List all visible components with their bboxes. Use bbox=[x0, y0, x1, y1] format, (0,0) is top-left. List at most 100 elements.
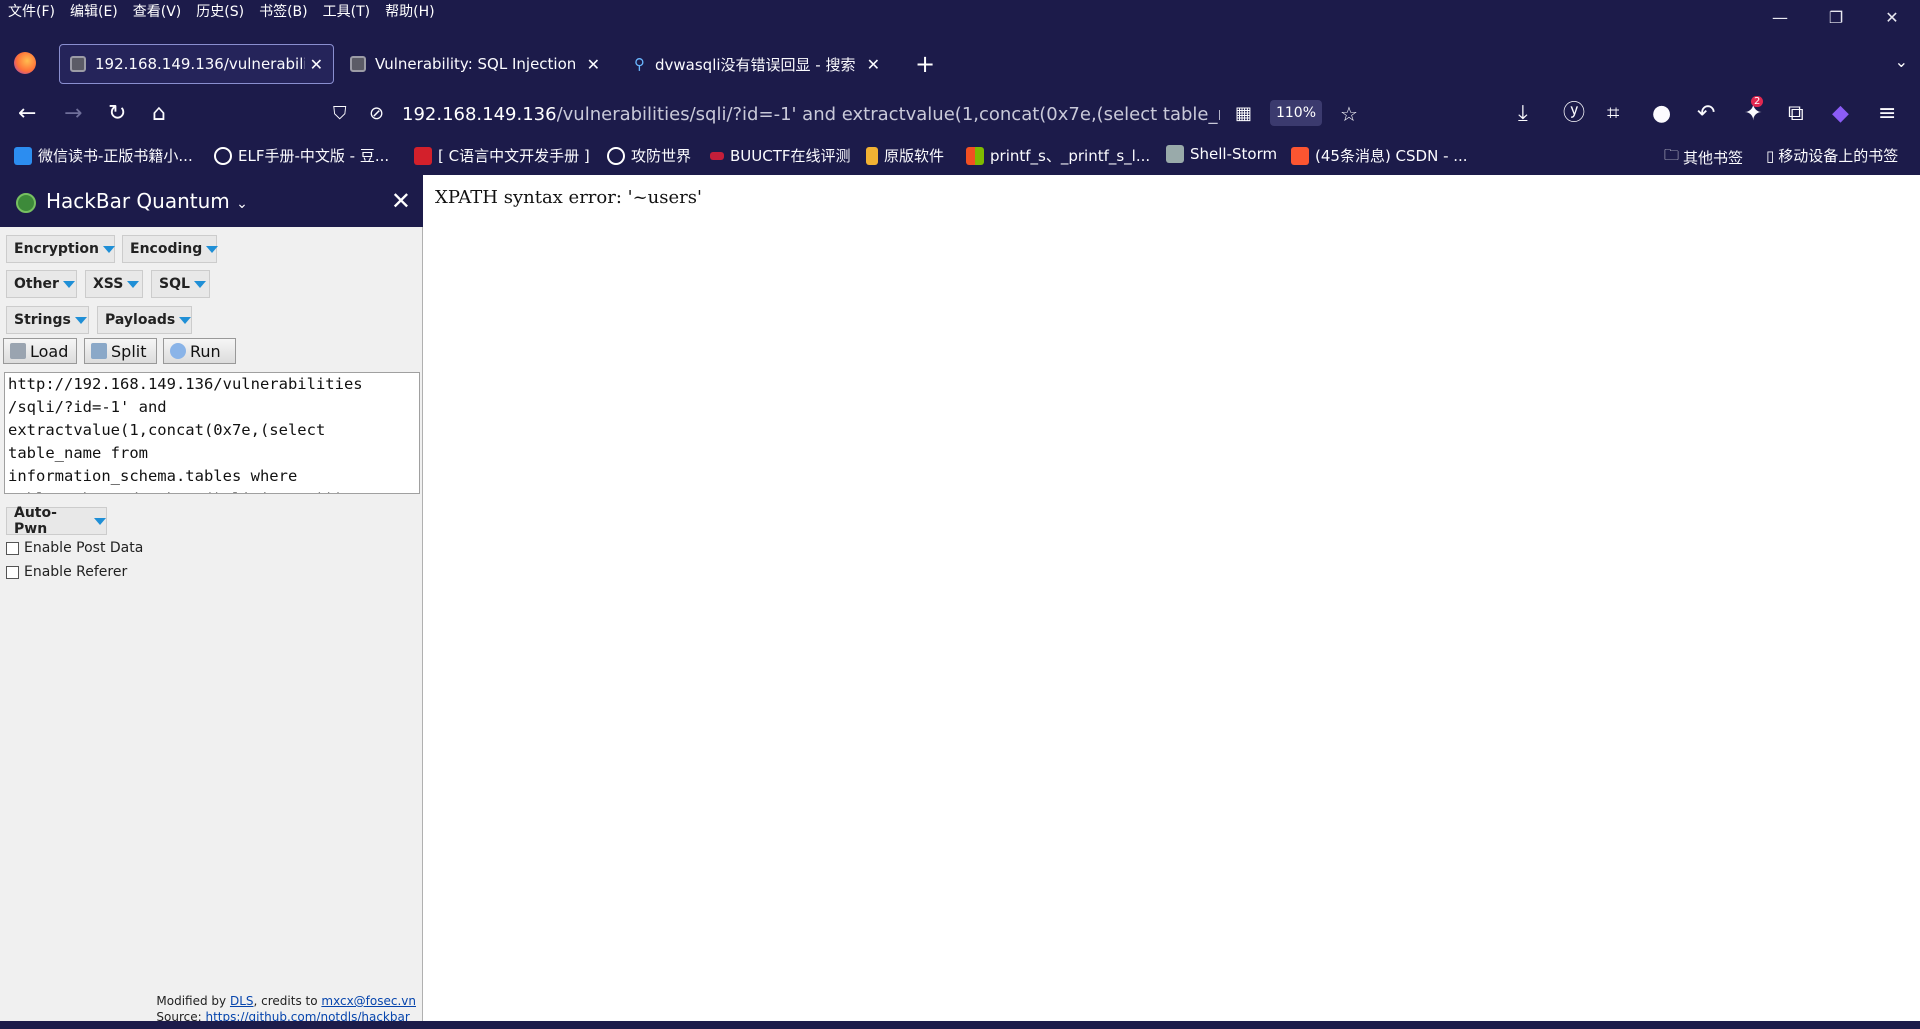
menu-icon[interactable]: ≡ bbox=[1878, 102, 1896, 126]
menu-file[interactable]: 文件(F) bbox=[8, 1, 55, 21]
payloads-dropdown[interactable]: Payloads bbox=[97, 306, 192, 334]
close-tab-icon[interactable]: ✕ bbox=[310, 55, 323, 74]
globe-icon bbox=[70, 56, 86, 72]
bookmark-item[interactable]: [ C语言中文开发手册 ] bbox=[414, 145, 590, 166]
close-sidebar-icon[interactable]: ✕ bbox=[391, 187, 411, 215]
bookmark-item[interactable]: 攻防世界 bbox=[607, 145, 691, 166]
sql-dropdown[interactable]: SQL bbox=[151, 270, 210, 298]
new-tab-button[interactable]: + bbox=[915, 50, 935, 78]
mobile-bookmarks[interactable]: ▯ 移动设备上的书签 bbox=[1766, 145, 1898, 166]
bookmark-item[interactable]: (45条消息) CSDN - ... bbox=[1291, 145, 1468, 166]
sidebar-title[interactable]: HackBar Quantum ⌄ bbox=[46, 189, 248, 213]
split-button[interactable]: Split bbox=[84, 338, 157, 364]
menu-tools[interactable]: 工具(T) bbox=[323, 1, 370, 21]
enable-referer-checkbox[interactable]: Enable Referer bbox=[6, 564, 127, 580]
csdn-icon bbox=[1291, 146, 1309, 165]
microsoft-icon bbox=[966, 146, 984, 165]
shield-icon[interactable]: ⛉ bbox=[333, 102, 347, 126]
hackbar-logo-icon bbox=[16, 193, 36, 213]
bookmark-item[interactable]: ELF手册-中文版 - 豆... bbox=[214, 145, 389, 166]
dropdown-arrow-icon bbox=[62, 280, 75, 288]
undo-icon[interactable]: ↶ bbox=[1697, 102, 1715, 126]
checkbox-box[interactable] bbox=[6, 541, 19, 555]
extension-y-icon[interactable]: ⓨ bbox=[1563, 102, 1585, 126]
bookmarks-bar: 微信读书-正版书籍小... ELF手册-中文版 - 豆... [ C语言中文开发… bbox=[0, 142, 1920, 170]
url-host: 192.168.149.136 bbox=[402, 103, 557, 125]
page-content: XPATH syntax error: '~users' bbox=[424, 175, 1920, 1029]
lock-icon[interactable]: ⊘ bbox=[369, 102, 384, 126]
load-icon bbox=[10, 343, 26, 359]
bookmark-item[interactable]: 原版软件 bbox=[866, 145, 944, 166]
encoding-dropdown[interactable]: Encoding bbox=[122, 235, 219, 263]
globe-icon bbox=[350, 56, 366, 72]
fox-extension-icon[interactable]: ● bbox=[1652, 102, 1671, 126]
menu-help[interactable]: 帮助(H) bbox=[385, 1, 434, 21]
bookmark-item[interactable]: printf_s、_printf_s_l... bbox=[966, 145, 1150, 166]
dropdown-arrow-icon bbox=[127, 280, 140, 288]
enable-post-data-checkbox[interactable]: Enable Post Data bbox=[6, 540, 143, 556]
menu-edit[interactable]: 编辑(E) bbox=[70, 1, 118, 21]
menu-history[interactable]: 历史(S) bbox=[196, 1, 244, 21]
chevron-down-icon: ⌄ bbox=[236, 196, 248, 212]
bookmark-item[interactable]: 微信读书-正版书籍小... bbox=[14, 145, 193, 166]
forward-icon[interactable]: → bbox=[64, 102, 82, 126]
qr-code-icon[interactable]: ▦ bbox=[1235, 102, 1252, 126]
auto-pwn-dropdown[interactable]: Auto-Pwn bbox=[6, 505, 107, 537]
close-tab-icon[interactable]: ✕ bbox=[867, 55, 880, 74]
search-icon: ⚲ bbox=[634, 55, 645, 73]
tab-title: 192.168.149.136/vulnerabiliti bbox=[95, 55, 305, 73]
firefox-icon[interactable] bbox=[14, 52, 36, 74]
menu-bookmarks[interactable]: 书签(B) bbox=[259, 1, 308, 21]
dropdown-arrow-icon bbox=[102, 245, 115, 253]
bookmark-item[interactable]: Shell-Storm bbox=[1166, 145, 1277, 163]
minimize-button[interactable]: — bbox=[1752, 0, 1808, 34]
dropdown-arrow-icon bbox=[74, 316, 87, 324]
tab-sql-injection[interactable]: Vulnerability: SQL Injection :: ✕ bbox=[340, 44, 610, 84]
back-icon[interactable]: ← bbox=[18, 102, 36, 126]
reload-icon[interactable]: ↻ bbox=[108, 102, 126, 126]
email-link[interactable]: mxcx@fosec.vn bbox=[321, 994, 416, 1008]
tab-title: dvwasqli没有错误回显 - 搜索 bbox=[655, 55, 856, 74]
download-icon[interactable]: ⤓ bbox=[1518, 102, 1528, 126]
list-all-tabs-icon[interactable]: ⌄ bbox=[1895, 52, 1908, 71]
run-button[interactable]: Run bbox=[163, 338, 236, 364]
url-bar[interactable]: 192.168.149.136 /vulnerabilities/sqli/?i… bbox=[402, 96, 1220, 132]
navigation-bar: ← → ↻ ⌂ ⛉ ⊘ 192.168.149.136 /vulnerabili… bbox=[0, 92, 1920, 136]
xpath-error-message: XPATH syntax error: '~users' bbox=[435, 187, 702, 208]
tab-vulnerabilities[interactable]: 192.168.149.136/vulnerabiliti ✕ bbox=[59, 44, 334, 84]
crop-icon[interactable]: ⌗ bbox=[1607, 102, 1619, 126]
dropdown-arrow-icon bbox=[193, 280, 206, 288]
star-icon[interactable]: ☆ bbox=[1340, 102, 1358, 126]
other-dropdown[interactable]: Other bbox=[6, 270, 77, 298]
close-window-button[interactable]: ✕ bbox=[1864, 0, 1920, 34]
tab-strip: 192.168.149.136/vulnerabiliti ✕ Vulnerab… bbox=[0, 44, 1920, 86]
play-icon bbox=[170, 343, 186, 359]
zoom-indicator[interactable]: 110% bbox=[1270, 100, 1322, 126]
checkbox-box[interactable] bbox=[6, 565, 19, 579]
diamond-icon[interactable]: ◆ bbox=[1832, 102, 1849, 126]
menu-bar: 文件(F) 编辑(E) 查看(V) 历史(S) 书签(B) 工具(T) 帮助(H… bbox=[0, 0, 442, 22]
strings-dropdown[interactable]: Strings bbox=[6, 306, 89, 334]
tab-search[interactable]: ⚲ dvwasqli没有错误回显 - 搜索 ✕ bbox=[620, 44, 890, 84]
encryption-dropdown[interactable]: Encryption bbox=[6, 235, 115, 263]
xss-dropdown[interactable]: XSS bbox=[85, 270, 143, 298]
msdn-icon bbox=[866, 146, 878, 165]
menu-view[interactable]: 查看(V) bbox=[133, 1, 182, 21]
bottom-bar bbox=[0, 1021, 1920, 1029]
close-tab-icon[interactable]: ✕ bbox=[587, 55, 600, 74]
dropdown-arrow-icon bbox=[179, 316, 192, 324]
url-textarea[interactable]: http://192.168.149.136/vulnerabilities /… bbox=[4, 372, 420, 494]
restore-button[interactable]: ❐ bbox=[1808, 0, 1864, 34]
weread-icon bbox=[14, 146, 32, 165]
window-controls: — ❐ ✕ bbox=[1752, 0, 1920, 34]
other-bookmarks[interactable]: 🗀 其他书签 bbox=[1664, 145, 1743, 170]
mobile-icon: ▯ bbox=[1766, 146, 1775, 165]
dropdown-arrow-icon bbox=[206, 245, 219, 253]
php-icon bbox=[414, 146, 432, 165]
dls-link[interactable]: DLS bbox=[230, 994, 254, 1008]
home-icon[interactable]: ⌂ bbox=[152, 102, 166, 126]
load-button[interactable]: Load bbox=[3, 338, 77, 364]
bookmark-item[interactable]: BUUCTF在线评测 bbox=[710, 145, 851, 166]
extensions-icon[interactable]: ⧉ bbox=[1788, 102, 1804, 126]
browser-chrome: 文件(F) 编辑(E) 查看(V) 历史(S) 书签(B) 工具(T) 帮助(H… bbox=[0, 0, 1920, 175]
